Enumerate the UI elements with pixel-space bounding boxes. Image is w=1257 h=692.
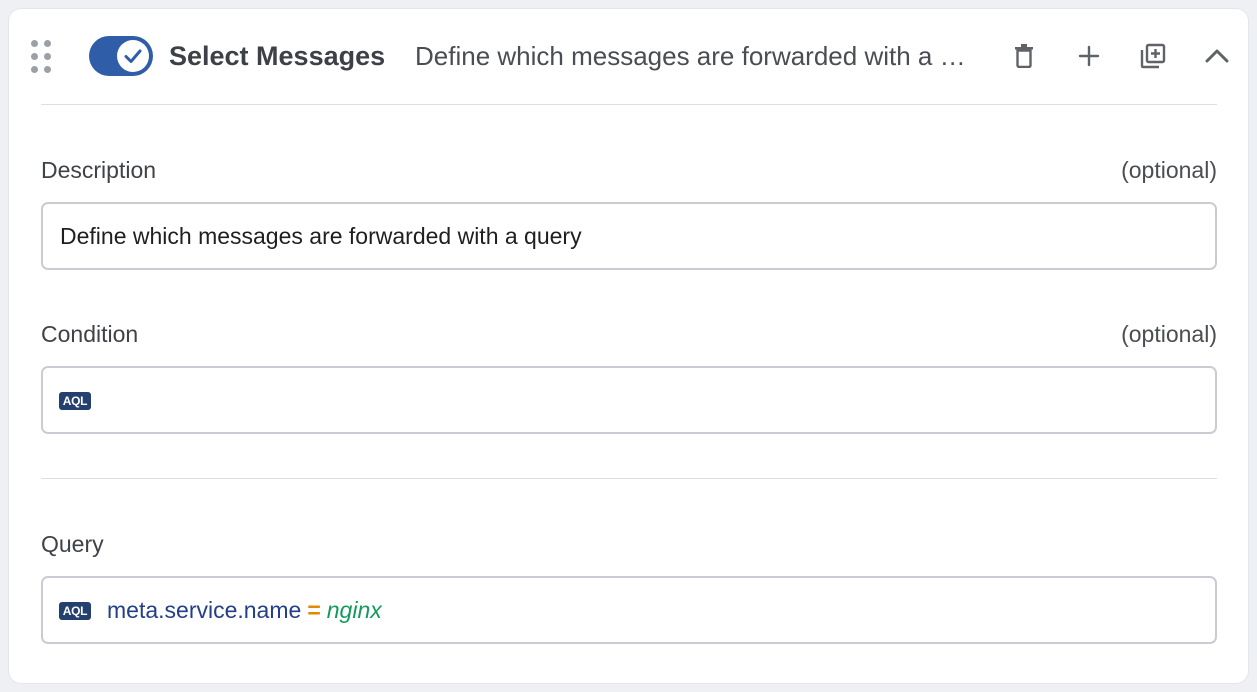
- query-operator: =: [307, 597, 321, 623]
- description-input[interactable]: Define which messages are forwarded with…: [41, 202, 1217, 270]
- aql-badge-icon: AQL: [59, 392, 91, 410]
- select-messages-card: Select Messages Define which messages ar…: [9, 9, 1248, 683]
- card-header[interactable]: Select Messages Define which messages ar…: [9, 9, 1248, 105]
- header-divider: [41, 104, 1217, 105]
- trash-icon[interactable]: [1007, 39, 1041, 73]
- check-icon: [117, 40, 149, 72]
- plus-icon[interactable]: [1072, 39, 1106, 73]
- query-label: Query: [41, 531, 104, 557]
- chevron-up-icon[interactable]: [1200, 39, 1234, 73]
- query-value: nginx: [326, 597, 382, 623]
- condition-input[interactable]: AQL: [41, 366, 1217, 434]
- query-input[interactable]: AQL meta.service.name = nginx: [41, 576, 1217, 644]
- condition-label: Condition: [41, 321, 139, 347]
- description-value: Define which messages are forwarded with…: [60, 223, 582, 249]
- enable-toggle[interactable]: [89, 36, 153, 76]
- description-label: Description: [41, 157, 157, 183]
- section-divider: [41, 478, 1217, 479]
- duplicate-icon[interactable]: [1136, 39, 1170, 73]
- drag-handle-icon[interactable]: [31, 40, 53, 74]
- query-expression: meta.service.name = nginx: [107, 578, 382, 642]
- query-field: meta.service.name: [107, 597, 302, 623]
- condition-optional-hint: (optional): [1121, 321, 1217, 347]
- step-title: Select Messages: [169, 41, 386, 71]
- step-summary: Define which messages are forwarded with…: [415, 41, 971, 71]
- aql-badge-icon: AQL: [59, 602, 91, 620]
- description-optional-hint: (optional): [1121, 157, 1217, 183]
